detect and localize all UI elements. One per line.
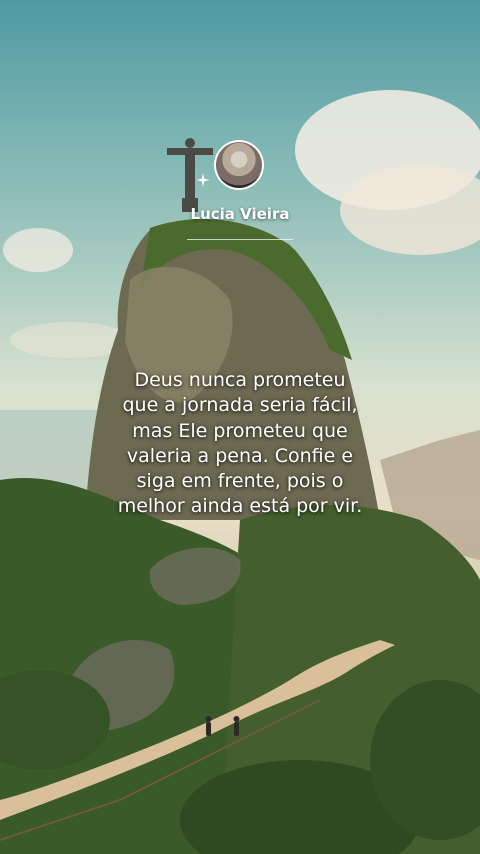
- divider: [187, 239, 293, 240]
- avatar-image: [216, 142, 262, 188]
- quote-text: Deus nunca prometeu que a jornada seria …: [117, 369, 363, 518]
- sparkle-icon: [196, 173, 210, 187]
- cloud: [3, 228, 73, 272]
- profile-avatar[interactable]: [214, 140, 264, 190]
- profile-name: Lucia Vieira: [190, 205, 290, 223]
